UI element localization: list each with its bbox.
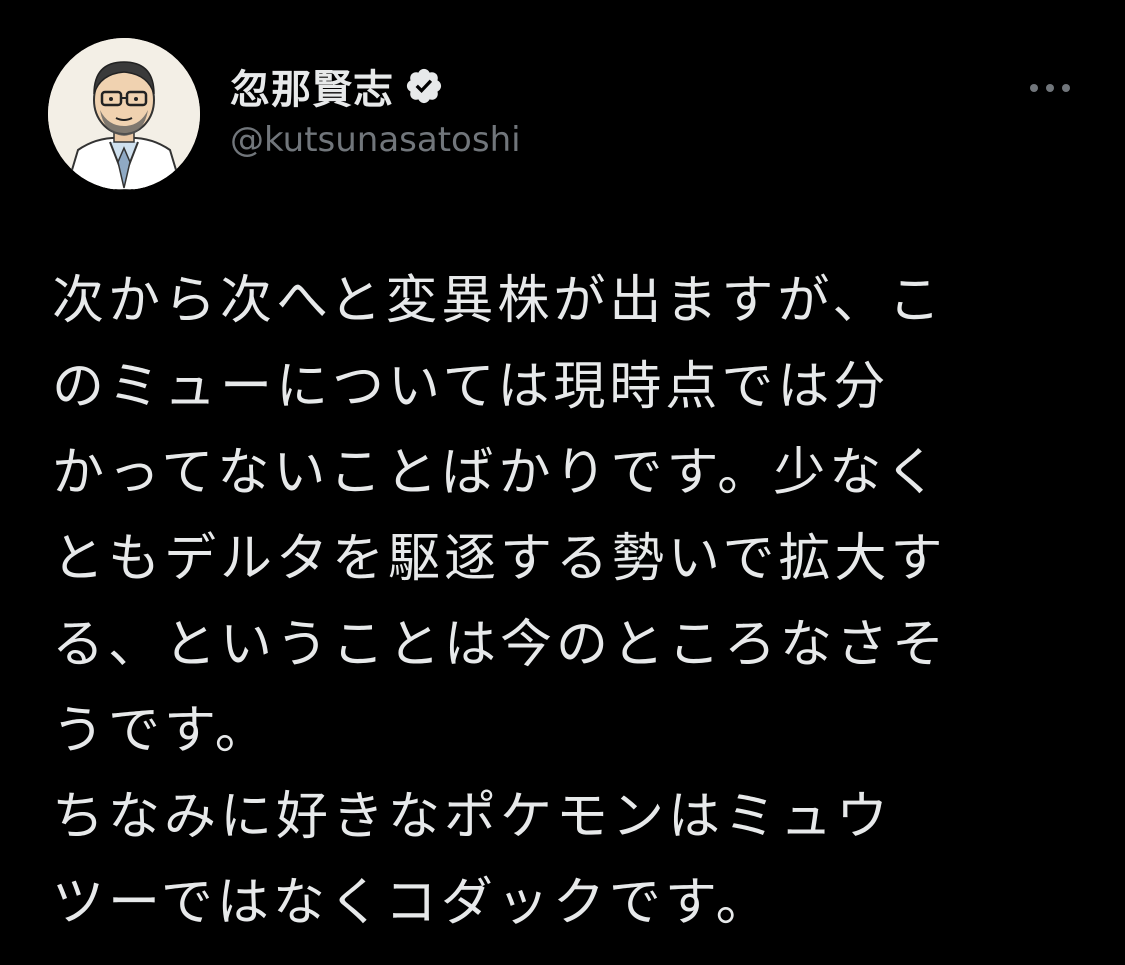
tweet-text-line: ともデルタを駆逐する勢いで拡大す (52, 529, 947, 589)
tweet-text-line: 次から次へと変異株が出ますが、こ (52, 271, 945, 331)
tweet-text-line: ちなみに好きなポケモンはミュウ (52, 787, 893, 847)
more-options-button[interactable] (1022, 70, 1078, 106)
tweet-text-line: ツーではなくコダックです。 (52, 873, 772, 933)
tweet-card: 忽那賢志 @kutsunasatoshi 次から次へと変異株が出ますが、こ のミ… (0, 0, 1125, 965)
tweet-text-line: かってないことばかりです。少なく (52, 443, 942, 503)
tweet-text-line: うです。 (52, 701, 271, 761)
author-handle[interactable]: @kutsunasatoshi (230, 120, 521, 160)
tweet-text-line: る、ということは今のところなさそ (52, 615, 949, 675)
verified-badge-icon (404, 66, 444, 106)
author-name-row[interactable]: 忽那賢志 (230, 58, 444, 114)
tweet-text: 次から次へと変異株が出ますが、こ のミューについては現時点では分 かってないこと… (52, 258, 1072, 946)
avatar-illustration-icon (48, 38, 200, 190)
display-name[interactable]: 忽那賢志 (230, 57, 394, 115)
tweet-text-line: のミューについては現時点では分 (52, 357, 890, 417)
avatar[interactable] (48, 38, 200, 190)
more-horizontal-icon (1030, 84, 1070, 92)
